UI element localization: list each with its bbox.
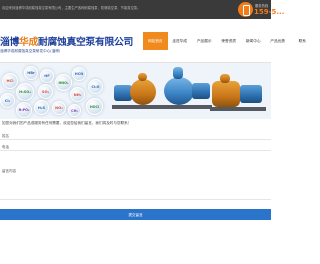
submit-label: 提交留言 <box>128 212 143 217</box>
nav-item-about[interactable]: 走进华成 <box>168 32 193 50</box>
chemical-bubble: Cl₂O <box>88 79 103 94</box>
chemical-bubble: H₂SO₄ <box>16 83 34 101</box>
chemical-bubble: H₃PO₄ <box>16 102 32 118</box>
nav-item-advantages[interactable]: 产品优势 <box>266 32 291 50</box>
nav-item-honors[interactable]: 荣誉资质 <box>217 32 242 50</box>
top-bar: 欢迎来到淄博华成耐腐蚀真空泵有限公司，主要生产各种耐腐蚀泵、防爆真空泵、节能真空… <box>0 0 284 19</box>
nav-item-news[interactable]: 新闻中心 <box>241 32 266 50</box>
name-field[interactable]: 姓名 <box>0 131 271 140</box>
chemical-bubble: HF <box>40 69 54 83</box>
submit-message-button[interactable]: 提交留言 <box>0 209 271 220</box>
message-intro: 如您对我们的产品或服务有任何需要，欢迎您给我们留言，我们将及时与您联系！ <box>2 121 132 125</box>
chemical-bubble: Cl₂ <box>0 93 15 108</box>
site-header: 淄博华成耐腐蚀真空泵有限公司 淄博华成耐腐蚀真空泵研发中心(淄博) 网站首页 走… <box>0 19 306 63</box>
chemical-bubble: HBr <box>24 66 38 80</box>
chemical-bubble: SO₂ <box>38 84 53 99</box>
logo-subtitle: 淄博华成耐腐蚀真空泵研发中心(淄博) <box>0 49 61 53</box>
message-content-field[interactable]: 留言内容 <box>0 164 271 200</box>
chemical-bubble: HNO₃ <box>55 74 72 91</box>
phone-field[interactable]: 电话 <box>0 142 271 151</box>
name-placeholder: 姓名 <box>2 133 9 138</box>
nav-item-home[interactable]: 网站首页 <box>143 32 168 50</box>
chemical-bubble: HOCl <box>86 98 103 115</box>
nav-item-products[interactable]: 产品展示 <box>192 32 217 50</box>
logo-accent: 华成 <box>19 37 38 48</box>
vacuum-pump-image <box>210 73 266 115</box>
chemical-bubble: HCN <box>72 67 86 81</box>
phone-icon <box>238 2 253 17</box>
logo-suffix: 耐腐蚀真空泵有限公司 <box>38 37 133 48</box>
vacuum-pump-image <box>160 65 212 115</box>
chemical-bubble: H₂S <box>34 100 49 115</box>
nav-item-contact[interactable]: 联系 <box>290 32 315 50</box>
logo-prefix: 淄博 <box>0 37 19 48</box>
chemical-bubble: NH₃ <box>70 87 85 102</box>
vacuum-pump-image <box>112 71 160 115</box>
chemical-bubble: CH₃ <box>68 104 81 117</box>
chemical-bubble: HCl <box>2 73 18 89</box>
content-placeholder: 留言内容 <box>2 169 16 173</box>
chemical-bubble: NO₂ <box>52 101 66 115</box>
hero-banner: HBr HCl HF H₂SO₄ SO₂ Cl₂ H₃PO₄ H₂S NO₂ H… <box>0 63 271 119</box>
company-logo[interactable]: 淄博华成耐腐蚀真空泵有限公司 <box>0 34 133 48</box>
hotline-number: 159-5... <box>254 8 285 16</box>
welcome-text: 欢迎来到淄博华成耐腐蚀真空泵有限公司，主要生产各种耐腐蚀泵、防爆真空泵、节能真空… <box>2 6 141 10</box>
phone-placeholder: 电话 <box>2 144 9 149</box>
main-nav: 网站首页 走进华成 产品展示 荣誉资质 新闻中心 产品优势 联系 <box>143 32 315 50</box>
